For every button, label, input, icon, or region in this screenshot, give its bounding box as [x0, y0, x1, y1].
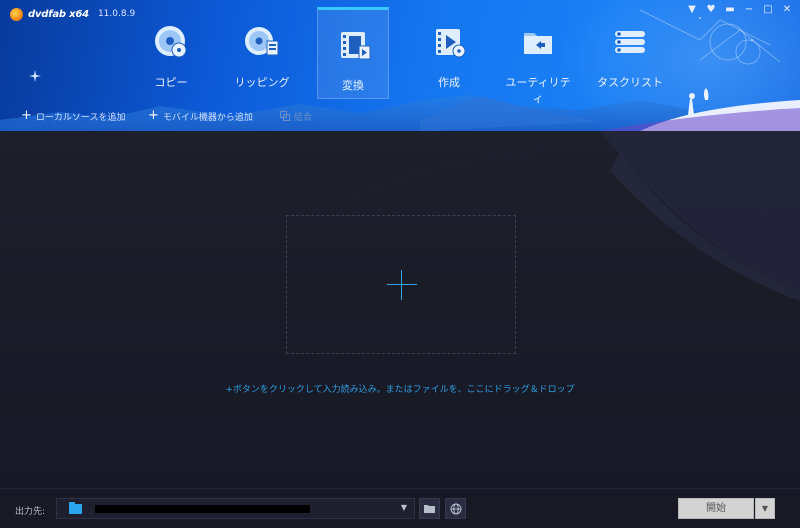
app-name: dvdfab x64 [28, 8, 89, 20]
nav-label: 変換 [342, 79, 364, 92]
app-version: 11.0.8.9 [97, 9, 136, 19]
taskbar-icon[interactable]: ▬ [725, 4, 735, 16]
add-from-mobile-button[interactable]: + モバイル機器から追加 [148, 108, 253, 124]
film-convert-icon [341, 32, 371, 60]
merge-icon [280, 111, 290, 121]
output-bar: 出力先: ▼ 開始 ▼ [0, 488, 800, 528]
drop-hint-text: +ボタンをクリックして入力読み込み。またはファイルを、ここにドラッグ＆ドロップ [225, 385, 575, 395]
menu-icon[interactable]: ▼ [687, 4, 697, 16]
folder-icon [69, 502, 82, 514]
nav-item-copy[interactable]: コピー [135, 7, 207, 99]
nav-label: コピー [154, 76, 188, 89]
drop-workspace[interactable]: +ボタンをクリックして入力読み込み。またはファイルを、ここにドラッグ＆ドロップ [0, 131, 800, 488]
start-button[interactable]: 開始 [678, 498, 754, 519]
plus-icon: + [21, 108, 32, 123]
globe-icon [450, 503, 461, 514]
nav-item-ripping[interactable]: リッピング [226, 7, 298, 99]
network-button[interactable] [445, 498, 466, 519]
maximize-button[interactable]: □ [763, 4, 773, 16]
window-controls: ▼ ♥ ▬ − □ ✕ [687, 4, 792, 16]
nav-item-utility[interactable]: ユーティリティ [502, 7, 574, 105]
disc-copy-icon [155, 26, 187, 58]
merge-button[interactable]: 結合 [280, 108, 312, 124]
merge-label: 結合 [294, 112, 313, 123]
utility-folder-icon [524, 33, 552, 54]
open-folder-icon [423, 504, 435, 513]
nav-item-create[interactable]: 作成 [413, 7, 485, 99]
nav-item-tasklist[interactable]: タスクリスト [594, 7, 666, 99]
output-label: 出力先: [15, 507, 46, 517]
browse-folder-button[interactable] [419, 498, 440, 519]
film-create-icon [436, 29, 466, 58]
output-path-value [95, 505, 310, 513]
drop-zone[interactable] [286, 215, 516, 354]
start-options-chevron-down-icon[interactable]: ▼ [755, 498, 775, 519]
output-path-field[interactable]: ▼ [56, 498, 415, 519]
nav-label: ユーティリティ [505, 76, 571, 105]
close-button[interactable]: ✕ [782, 4, 792, 16]
nav-label: リッピング [234, 76, 290, 89]
chevron-down-icon[interactable]: ▼ [401, 503, 407, 512]
nav-label: 作成 [438, 76, 460, 89]
app-logo: dvdfab x64 11.0.8.9 [10, 6, 135, 22]
disc-ripping-icon [245, 27, 279, 56]
plus-icon: + [148, 108, 159, 123]
nav-label: タスクリスト [597, 76, 663, 89]
add-input-plus-icon[interactable] [387, 270, 417, 300]
task-list-icon [615, 31, 645, 53]
add-local-label: ローカルソースを追加 [35, 112, 126, 123]
app-window: dvdfab x64 11.0.8.9 ▼ ♥ ▬ − □ ✕ コピー リッピン… [0, 0, 800, 528]
header-bar: dvdfab x64 11.0.8.9 ▼ ♥ ▬ − □ ✕ コピー リッピン… [0, 0, 800, 131]
add-local-source-button[interactable]: + ローカルソースを追加 [21, 108, 125, 124]
dvdfab-logo-icon [10, 7, 23, 21]
add-mobile-label: モバイル機器から追加 [162, 112, 253, 123]
nav-item-convert[interactable]: 変換 [317, 7, 389, 99]
minimize-button[interactable]: − [744, 4, 754, 16]
heart-icon[interactable]: ♥ [706, 4, 716, 16]
